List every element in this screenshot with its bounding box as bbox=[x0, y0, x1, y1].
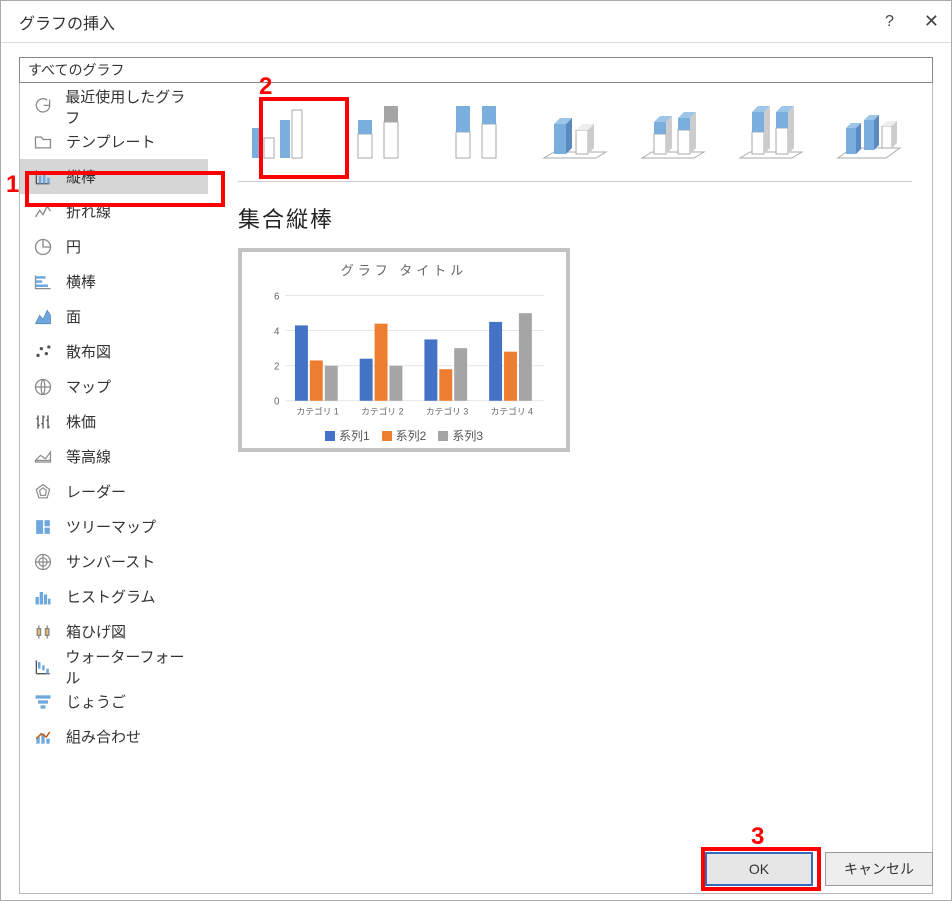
nav-label: ツリーマップ bbox=[66, 516, 156, 537]
subtype-3d-clustered-column[interactable] bbox=[532, 91, 618, 169]
nav-label: マップ bbox=[66, 376, 111, 397]
svg-text:カテゴリ 3: カテゴリ 3 bbox=[426, 405, 468, 416]
svg-text:0: 0 bbox=[274, 397, 280, 408]
cancel-button[interactable]: キャンセル bbox=[825, 852, 933, 886]
surface-icon bbox=[32, 446, 54, 468]
subtype-row bbox=[238, 91, 912, 169]
nav-label: 等高線 bbox=[66, 446, 111, 467]
histogram-icon bbox=[32, 586, 54, 608]
nav-label: サンバースト bbox=[66, 551, 155, 572]
chart-preview-svg: 0 2 4 6 カテゴリ 1 カテゴリ 2 カテゴリ 3 カテゴリ 4 bbox=[258, 289, 550, 421]
subtype-stacked-column[interactable] bbox=[336, 91, 422, 169]
nav-item-sunburst[interactable]: サンバースト bbox=[20, 544, 208, 579]
radar-icon bbox=[32, 481, 54, 503]
nav-label: 組み合わせ bbox=[66, 726, 141, 747]
tab-all-charts[interactable]: すべてのグラフ bbox=[19, 57, 933, 83]
chart-preview-legend: 系列1 系列2 系列3 bbox=[325, 427, 483, 444]
nav-item-funnel[interactable]: じょうご bbox=[20, 684, 208, 719]
nav-item-treemap[interactable]: ツリーマップ bbox=[20, 509, 208, 544]
nav-item-combo[interactable]: 組み合わせ bbox=[20, 719, 208, 754]
svg-text:4: 4 bbox=[274, 327, 280, 338]
subtype-clustered-column[interactable] bbox=[238, 91, 324, 169]
chart-category-sidebar: 最近使用したグラフ テンプレート 縦棒 折れ線 円 横棒 面 散布図 マップ 株… bbox=[20, 83, 208, 893]
nav-item-scatter[interactable]: 散布図 bbox=[20, 334, 208, 369]
nav-item-surface[interactable]: 等高線 bbox=[20, 439, 208, 474]
waterfall-icon bbox=[32, 656, 53, 678]
nav-label: ヒストグラム bbox=[66, 586, 156, 607]
nav-item-recent[interactable]: 最近使用したグラフ bbox=[20, 89, 208, 124]
template-icon bbox=[32, 131, 54, 153]
subtype-3d-100-stacked-column[interactable] bbox=[728, 91, 814, 169]
boxwhisker-icon bbox=[32, 621, 54, 643]
stock-icon bbox=[32, 411, 54, 433]
nav-item-bar[interactable]: 横棒 bbox=[20, 264, 208, 299]
nav-label: 円 bbox=[66, 236, 81, 257]
map-icon bbox=[32, 376, 54, 398]
nav-item-stock[interactable]: 株価 bbox=[20, 404, 208, 439]
nav-item-boxwhisker[interactable]: 箱ひげ図 bbox=[20, 614, 208, 649]
dialog-title: グラフの挿入 bbox=[19, 10, 115, 34]
nav-item-map[interactable]: マップ bbox=[20, 369, 208, 404]
column-icon bbox=[32, 166, 54, 188]
help-button[interactable]: ? bbox=[885, 13, 894, 31]
nav-label: レーダー bbox=[66, 481, 126, 502]
nav-item-histogram[interactable]: ヒストグラム bbox=[20, 579, 208, 614]
ok-button[interactable]: OK bbox=[705, 852, 813, 886]
combo-icon bbox=[32, 726, 54, 748]
nav-label: 横棒 bbox=[66, 271, 96, 292]
area-icon bbox=[32, 306, 54, 328]
nav-label: 株価 bbox=[66, 411, 96, 432]
nav-item-waterfall[interactable]: ウォーターフォール bbox=[20, 649, 208, 684]
nav-label: 最近使用したグラフ bbox=[65, 86, 196, 128]
tab-frame: 最近使用したグラフ テンプレート 縦棒 折れ線 円 横棒 面 散布図 マップ 株… bbox=[19, 82, 933, 894]
nav-item-area[interactable]: 面 bbox=[20, 299, 208, 334]
nav-item-line[interactable]: 折れ線 bbox=[20, 194, 208, 229]
subtype-title: 集合縦棒 bbox=[238, 202, 912, 234]
sunburst-icon bbox=[32, 551, 54, 573]
svg-text:6: 6 bbox=[274, 292, 279, 303]
nav-label: ウォーターフォール bbox=[65, 646, 196, 688]
legend-2: 系列2 bbox=[396, 427, 427, 444]
chart-subtype-pane: 集合縦棒 グラフ タイトル 0 2 4 6 カテゴリ 1 カテゴリ 2 カテゴリ 3 カテゴリ… bbox=[208, 83, 932, 893]
titlebar: グラフの挿入 ? ✕ bbox=[1, 1, 951, 43]
scatter-icon bbox=[32, 341, 54, 363]
insert-chart-dialog: 1 2 3 グラフの挿入 ? ✕ すべてのグラフ 最近使用したグラフ テンプレー… bbox=[0, 0, 952, 901]
nav-label: テンプレート bbox=[66, 131, 156, 152]
bar-icon bbox=[32, 271, 54, 293]
nav-label: 箱ひげ図 bbox=[66, 621, 126, 642]
nav-item-column[interactable]: 縦棒 bbox=[20, 159, 208, 194]
nav-item-pie[interactable]: 円 bbox=[20, 229, 208, 264]
svg-text:カテゴリ 4: カテゴリ 4 bbox=[491, 405, 533, 416]
nav-label: 縦棒 bbox=[66, 166, 96, 187]
subtype-100-stacked-column[interactable] bbox=[434, 91, 520, 169]
legend-3: 系列3 bbox=[452, 427, 483, 444]
subtype-3d-stacked-column[interactable] bbox=[630, 91, 716, 169]
nav-label: 折れ線 bbox=[66, 201, 111, 222]
legend-1: 系列1 bbox=[339, 427, 370, 444]
treemap-icon bbox=[32, 516, 54, 538]
nav-item-template[interactable]: テンプレート bbox=[20, 124, 208, 159]
divider bbox=[238, 181, 912, 182]
funnel-icon bbox=[32, 691, 54, 713]
nav-label: 散布図 bbox=[66, 341, 111, 362]
nav-label: じょうご bbox=[66, 691, 126, 712]
recent-icon bbox=[32, 96, 53, 118]
close-button[interactable]: ✕ bbox=[924, 11, 939, 32]
chart-preview-title: グラフ タイトル bbox=[341, 260, 468, 279]
nav-label: 面 bbox=[66, 306, 81, 327]
line-icon bbox=[32, 201, 54, 223]
subtype-3d-column[interactable] bbox=[826, 91, 912, 169]
chart-preview[interactable]: グラフ タイトル 0 2 4 6 カテゴリ 1 カテゴリ 2 カテゴリ 3 カテゴリ 4 系列… bbox=[238, 248, 570, 452]
svg-text:カテゴリ 2: カテゴリ 2 bbox=[361, 405, 403, 416]
nav-item-radar[interactable]: レーダー bbox=[20, 474, 208, 509]
pie-icon bbox=[32, 236, 54, 258]
svg-text:カテゴリ 1: カテゴリ 1 bbox=[296, 405, 338, 416]
svg-text:2: 2 bbox=[274, 362, 279, 373]
